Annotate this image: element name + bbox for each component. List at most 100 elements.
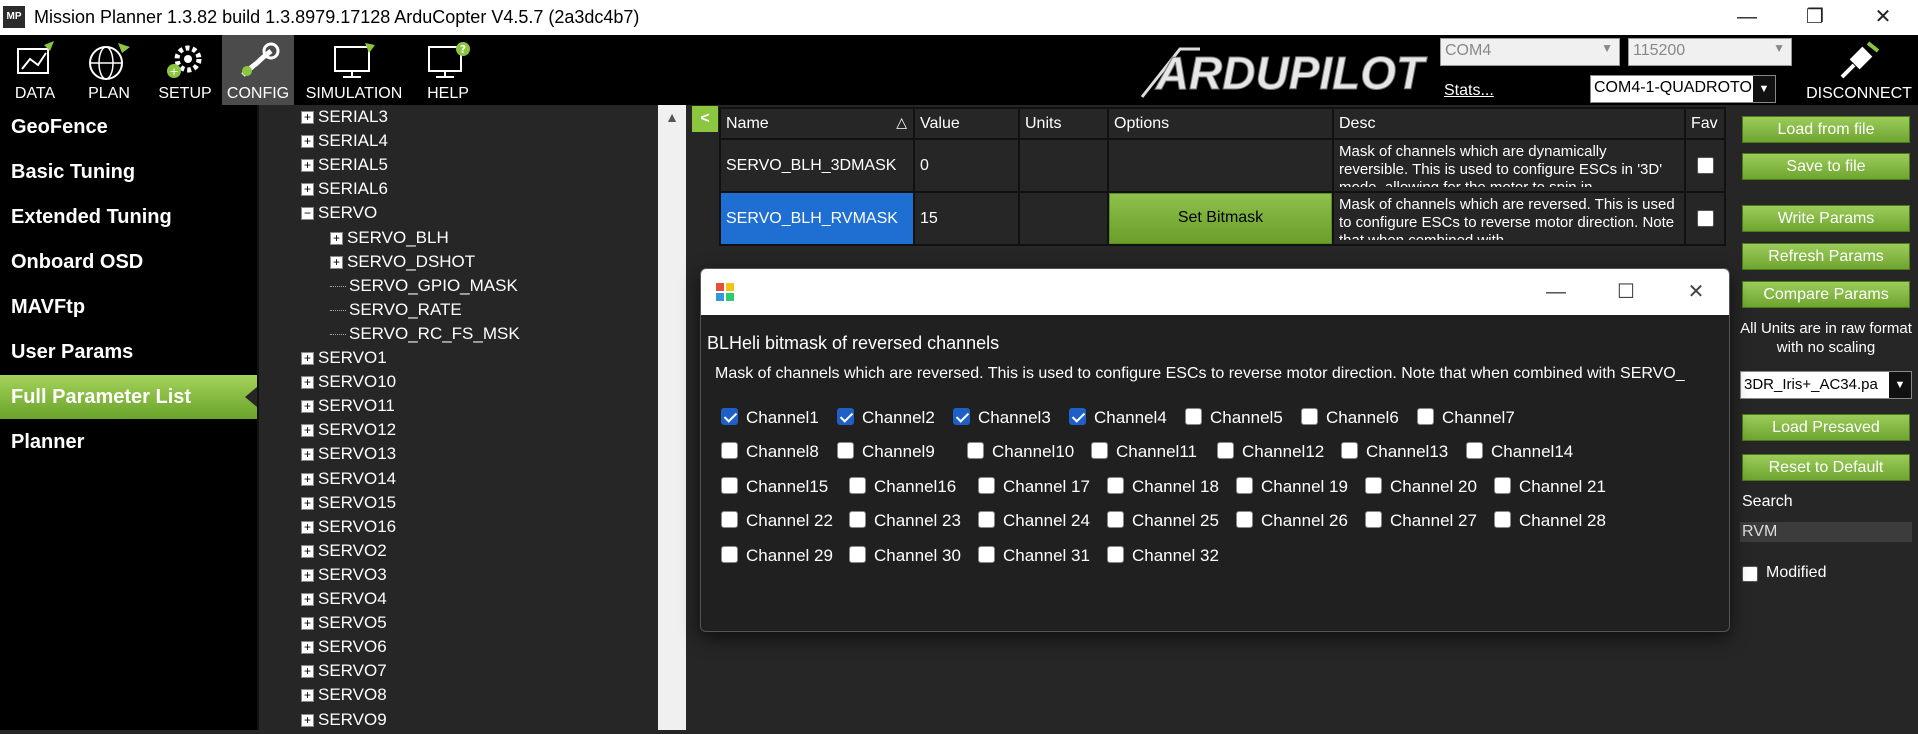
- setup-button[interactable]: + SETUP: [148, 35, 222, 105]
- param-fav[interactable]: [1684, 138, 1726, 193]
- tree-item[interactable]: + SERVO7: [301, 661, 387, 685]
- checkbox-unchecked-icon[interactable]: [1341, 442, 1358, 460]
- expand-icon[interactable]: +: [301, 424, 314, 438]
- col-name[interactable]: Name △: [719, 107, 915, 140]
- menu-item-basic-tuning[interactable]: Basic Tuning: [0, 150, 257, 194]
- expand-icon[interactable]: +: [301, 617, 314, 631]
- checkbox-unchecked-icon[interactable]: [849, 477, 866, 495]
- tree-item[interactable]: + SERIAL3: [301, 107, 388, 131]
- channel-checkbox[interactable]: Channel 26: [1236, 511, 1348, 533]
- dialog-minimize-button[interactable]: —: [1521, 269, 1591, 315]
- tree-item[interactable]: + SERVO1: [301, 348, 387, 372]
- checkbox-unchecked-icon[interactable]: [1494, 477, 1511, 495]
- expand-icon[interactable]: +: [301, 568, 314, 582]
- port-select[interactable]: COM4 ▼: [1440, 38, 1620, 66]
- minimize-button[interactable]: —: [1713, 0, 1781, 35]
- tree-scrollbar[interactable]: ▲: [658, 105, 686, 730]
- checkbox-unchecked-icon[interactable]: [1365, 477, 1382, 495]
- checkbox-unchecked-icon[interactable]: [1301, 408, 1318, 426]
- checkbox-unchecked-icon[interactable]: [1107, 511, 1124, 529]
- channel-checkbox[interactable]: Channel8: [721, 442, 819, 464]
- fav-checkbox[interactable]: [1696, 157, 1714, 174]
- menu-item-geofence[interactable]: GeoFence: [0, 105, 257, 149]
- channel-checkbox[interactable]: Channel 32: [1107, 546, 1219, 568]
- channel-checkbox[interactable]: Channel 31: [978, 546, 1090, 568]
- channel-checkbox[interactable]: Channel 25: [1107, 511, 1219, 533]
- channel-checkbox[interactable]: Channel 27: [1365, 511, 1477, 533]
- expand-icon[interactable]: +: [301, 713, 314, 727]
- menu-item-planner[interactable]: Planner: [0, 420, 257, 464]
- close-button[interactable]: ✕: [1849, 0, 1917, 35]
- channel-checkbox[interactable]: Channel 24: [978, 511, 1090, 533]
- table-row[interactable]: SERVO_BLH_RVMASK 15 Set Bitmask Mask of …: [719, 191, 1726, 246]
- checkbox-unchecked-icon[interactable]: [967, 442, 984, 460]
- tree-item[interactable]: + SERIAL4: [301, 131, 388, 155]
- tree-item[interactable]: + SERIAL6: [301, 179, 388, 203]
- expand-icon[interactable]: +: [301, 472, 314, 486]
- checkbox-unchecked-icon[interactable]: [849, 511, 866, 529]
- channel-checkbox[interactable]: Channel 30: [849, 546, 961, 568]
- checkbox-unchecked-icon[interactable]: [1185, 408, 1202, 426]
- checkbox-unchecked-icon[interactable]: [721, 546, 738, 564]
- checkbox-checked-icon[interactable]: [721, 408, 738, 426]
- expand-icon[interactable]: +: [301, 400, 314, 414]
- help-button[interactable]: ? HELP: [412, 35, 484, 105]
- expand-icon[interactable]: +: [301, 544, 314, 558]
- tree-item[interactable]: + SERVO6: [301, 637, 387, 661]
- checkbox-unchecked-icon[interactable]: [1091, 442, 1108, 460]
- simulation-button[interactable]: SIMULATION: [298, 35, 410, 105]
- refresh-params-button[interactable]: Refresh Params: [1742, 243, 1910, 270]
- search-input[interactable]: RVM: [1740, 522, 1912, 542]
- param-value[interactable]: 15: [913, 191, 1020, 246]
- expand-icon[interactable]: +: [301, 352, 314, 366]
- channel-checkbox[interactable]: Channel12: [1217, 442, 1324, 464]
- checkbox-unchecked-icon[interactable]: [1236, 477, 1253, 495]
- channel-checkbox[interactable]: Channel13: [1341, 442, 1448, 464]
- channel-checkbox[interactable]: Channel 28: [1494, 511, 1606, 533]
- channel-checkbox[interactable]: Channel 19: [1236, 477, 1348, 499]
- expand-icon[interactable]: +: [301, 689, 314, 703]
- col-value[interactable]: Value: [913, 107, 1020, 140]
- checkbox-unchecked-icon[interactable]: [978, 477, 995, 495]
- channel-checkbox[interactable]: Channel9: [837, 442, 935, 464]
- baud-select[interactable]: 115200 ▼: [1628, 38, 1792, 66]
- tree-item[interactable]: + SERIAL5: [301, 155, 388, 179]
- connection-select[interactable]: COM4-1-QUADROTOR ▼: [1590, 75, 1776, 103]
- checkbox-unchecked-icon[interactable]: [837, 442, 854, 460]
- checkbox-unchecked-icon[interactable]: [849, 546, 866, 564]
- tree-item[interactable]: + SERVO15: [301, 493, 396, 517]
- checkbox-unchecked-icon[interactable]: [721, 511, 738, 529]
- col-desc[interactable]: Desc: [1332, 107, 1686, 140]
- expand-icon[interactable]: +: [301, 183, 314, 197]
- expand-icon[interactable]: +: [301, 111, 314, 125]
- tree-item[interactable]: + SERVO_DSHOT: [330, 252, 475, 276]
- expand-icon[interactable]: +: [301, 159, 314, 173]
- menu-item-extended-tuning[interactable]: Extended Tuning: [0, 195, 257, 239]
- modified-checkbox[interactable]: [1742, 566, 1758, 582]
- plan-button[interactable]: PLAN: [72, 35, 146, 105]
- expand-icon[interactable]: +: [301, 520, 314, 534]
- checkbox-checked-icon[interactable]: [837, 408, 854, 426]
- col-fav[interactable]: Fav: [1684, 107, 1726, 140]
- channel-checkbox[interactable]: Channel 22: [721, 511, 833, 533]
- tree-item[interactable]: + SERVO10: [301, 372, 396, 396]
- compare-params-button[interactable]: Compare Params: [1742, 281, 1910, 308]
- channel-checkbox[interactable]: Channel 29: [721, 546, 833, 568]
- preset-select[interactable]: 3DR_Iris+_AC34.pa ▼: [1740, 371, 1912, 399]
- write-params-button[interactable]: Write Params: [1742, 205, 1910, 232]
- param-fav[interactable]: [1684, 191, 1726, 246]
- data-button[interactable]: DATA: [0, 35, 70, 105]
- checkbox-unchecked-icon[interactable]: [1494, 511, 1511, 529]
- expand-icon[interactable]: +: [301, 135, 314, 149]
- channel-checkbox[interactable]: Channel 18: [1107, 477, 1219, 499]
- tree-item[interactable]: + SERVO_BLH: [330, 228, 449, 252]
- stats-link[interactable]: Stats...: [1444, 82, 1494, 100]
- menu-item-mavftp[interactable]: MAVFtp: [0, 285, 257, 329]
- menu-item-onboard-osd[interactable]: Onboard OSD: [0, 240, 257, 284]
- tree-item[interactable]: + SERVO5: [301, 613, 387, 637]
- checkbox-unchecked-icon[interactable]: [1217, 442, 1234, 460]
- tree-item[interactable]: + SERVO14: [301, 469, 396, 493]
- fav-checkbox[interactable]: [1696, 210, 1714, 227]
- channel-checkbox[interactable]: Channel10: [967, 442, 1074, 464]
- expand-icon[interactable]: +: [301, 496, 314, 510]
